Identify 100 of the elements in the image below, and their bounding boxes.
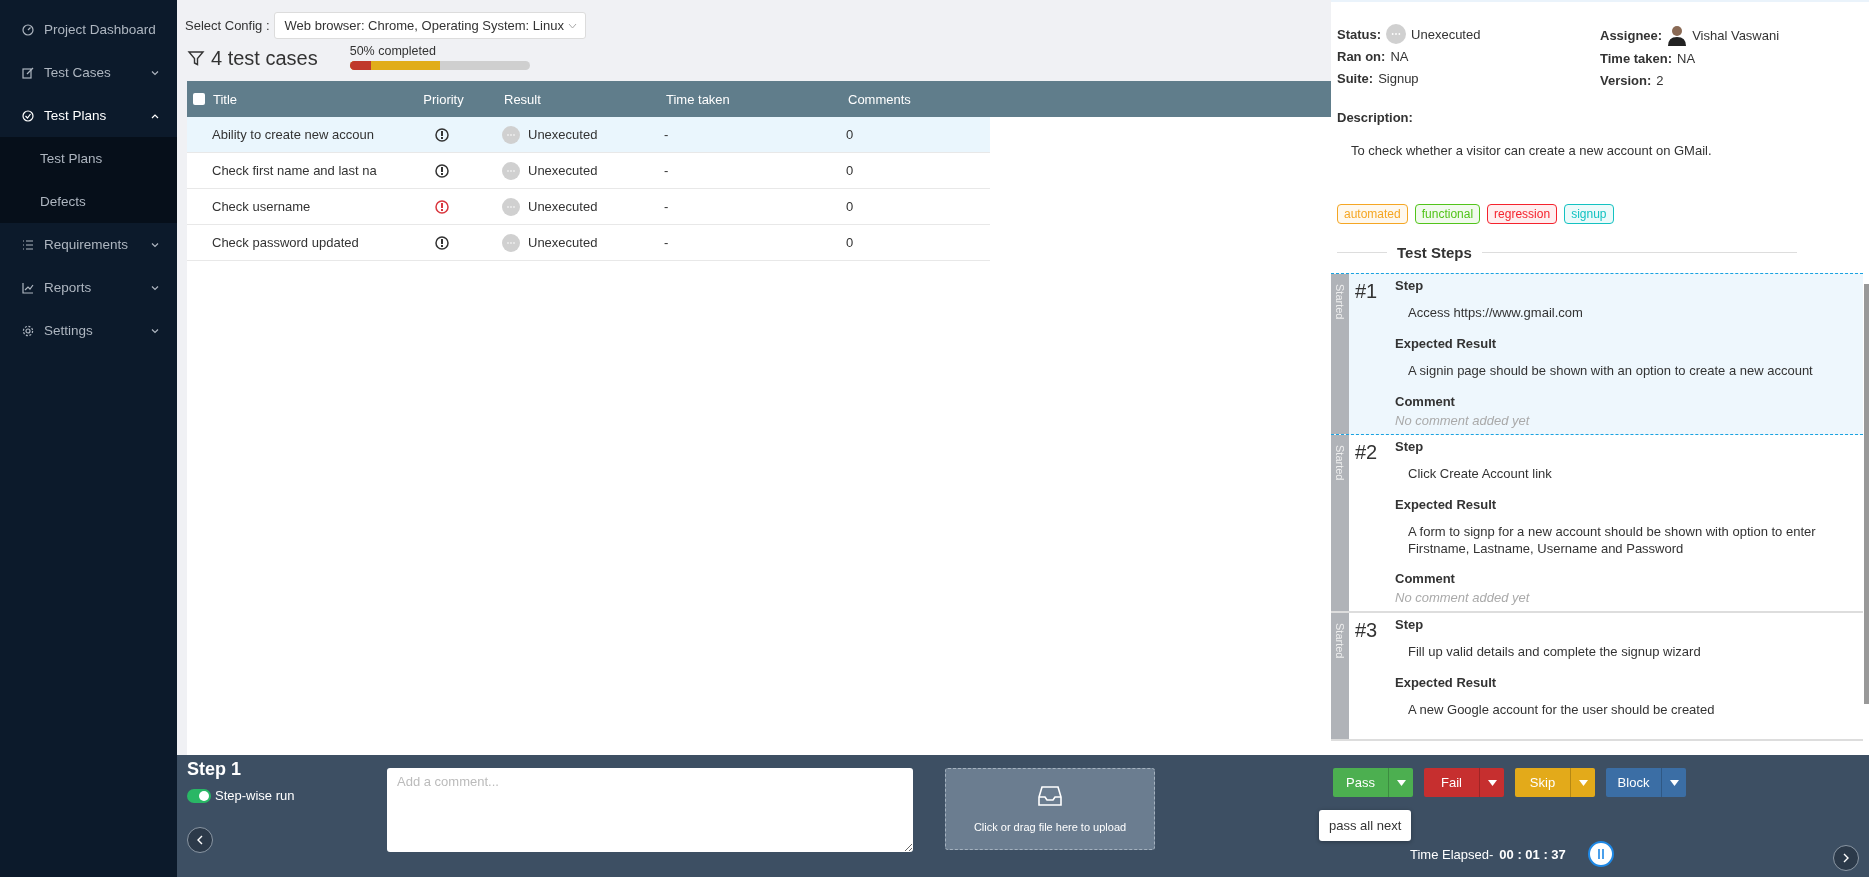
column-header[interactable]: Title	[213, 91, 238, 107]
result-text: Unexecuted	[528, 163, 598, 178]
gear-icon	[22, 324, 34, 337]
result-text: Unexecuted	[528, 199, 598, 214]
step-number: #2	[1354, 439, 1379, 465]
field-label: Version:	[1600, 72, 1652, 88]
test-title: Check username	[212, 199, 311, 214]
column-header[interactable]: Priority	[423, 91, 464, 107]
tag: automated	[1337, 204, 1408, 224]
table-cell: -	[664, 163, 669, 178]
upload-hint: Click or drag file here to upload	[973, 821, 1127, 833]
field-label: Time taken:	[1600, 50, 1672, 66]
step-field-label: Expected Result	[1395, 335, 1498, 351]
sidebar-subitem[interactable]: Test Plans	[0, 137, 177, 180]
result-button[interactable]: Block	[1606, 768, 1661, 797]
tag: signup	[1564, 204, 1614, 224]
dropdown-button[interactable]	[1661, 768, 1686, 797]
time-elapsed: 00 : 01 : 37	[1499, 846, 1566, 862]
step-state: Started	[1334, 444, 1346, 483]
table-cell: -	[664, 127, 669, 142]
column-header[interactable]: Time taken	[666, 91, 730, 107]
dropdown-button[interactable]	[1388, 768, 1413, 797]
pause-icon	[1595, 848, 1606, 860]
step-state: Started	[1334, 284, 1346, 322]
sidebar-item[interactable]: Requirements	[0, 223, 177, 266]
step-field-text: No comment added yet	[1395, 412, 1531, 428]
field-value: Unexecuted	[1411, 26, 1481, 42]
gauge-icon	[22, 23, 34, 36]
test-title: Ability to create new accoun	[212, 127, 374, 142]
step-field-label: Comment	[1395, 571, 1456, 587]
field-value: 2	[1656, 72, 1664, 88]
field-label: Ran on:	[1337, 48, 1386, 64]
inbox-icon	[1038, 785, 1062, 807]
table-cell: 0	[846, 235, 854, 250]
table-cell: 0	[846, 163, 854, 178]
step-field-label: Step	[1395, 278, 1425, 293]
description-label: Description:	[1336, 109, 1414, 125]
config-dropdown[interactable]: Web browser: Chrome, Operating System: Linux	[273, 12, 586, 39]
check-circle-icon	[22, 109, 34, 122]
pause-button[interactable]	[1587, 841, 1614, 867]
result-button[interactable]: Fail	[1424, 768, 1479, 797]
step-number: #1	[1354, 279, 1379, 304]
tag: regression	[1487, 204, 1558, 224]
step-field-label: Expected Result	[1395, 496, 1498, 512]
dropdown-button[interactable]	[1570, 768, 1595, 797]
sidebar-item[interactable]: Settings	[0, 309, 177, 352]
step-field-label: Comment	[1395, 393, 1456, 409]
comment-field[interactable]: Add a comment...	[387, 768, 913, 852]
table-cell: -	[664, 199, 669, 214]
result-text: Unexecuted	[528, 235, 598, 250]
step-field-label: Step	[1395, 438, 1425, 454]
chart-icon	[22, 281, 34, 294]
sidebar-item[interactable]: Test Plans	[0, 94, 177, 137]
step-field-text: No comment added yet	[1395, 590, 1531, 606]
progress-label: 50% completed	[349, 44, 437, 58]
toggle-switch[interactable]	[187, 788, 211, 803]
sidebar-item[interactable]: Reports	[0, 266, 177, 309]
edit-icon	[22, 66, 34, 79]
list-icon	[22, 238, 34, 251]
table-cell: 0	[846, 199, 854, 214]
next-button[interactable]	[1833, 845, 1859, 871]
toggle-label: Step-wise run	[215, 788, 295, 803]
step-field-text: Fill up valid details and complete the signup wizard	[1407, 644, 1702, 662]
step-card[interactable]: Started #3 Step Fill up valid details and complete the signup wizard Expected Result A new Google account for the user should be created	[1331, 613, 1863, 742]
test-title: Check first name and last na	[212, 163, 377, 178]
field-label: Assignee:	[1600, 27, 1663, 43]
step-field-label: Expected Result	[1395, 675, 1498, 691]
field-value: Vishal Vaswani	[1692, 27, 1780, 43]
dropdown-button[interactable]	[1479, 768, 1504, 797]
table-row[interactable]: Ability to create new accoun Unexecuted - 0	[187, 117, 990, 153]
sidebar-item[interactable]: Test Cases	[0, 51, 177, 94]
upload-area[interactable]: Click or drag file here to upload	[945, 768, 1155, 850]
step-card[interactable]: Started #2 Step Click Create Account link Expected Result A form to signp for a new account should be shown with option to enter Firstname, Lastname, Username and Password Comment No comment added yet	[1331, 434, 1863, 614]
table-cell: -	[664, 235, 669, 250]
chevron-icon	[567, 22, 577, 29]
step-card[interactable]: Started #1 Step Access https://www.gmail.com Expected Result A signin page should be shown with an option to create a new account Comment No comment added yet	[1331, 273, 1863, 435]
column-header[interactable]: Result	[504, 91, 541, 107]
step-field-text: Access https://www.gmail.com	[1407, 305, 1584, 322]
previous-button[interactable]	[187, 827, 213, 853]
test-title: Check password updated	[212, 235, 359, 250]
select-all-checkbox[interactable]	[193, 93, 205, 105]
time-elapsed-label: Time Elapsed-	[1410, 846, 1494, 862]
avatar	[1667, 24, 1688, 46]
step-field-text: A new Google account for the user should be created	[1407, 702, 1716, 720]
field-label: Suite:	[1337, 70, 1374, 86]
status-icon	[1386, 24, 1407, 44]
filter-icon[interactable]	[187, 49, 205, 67]
result-text: Unexecuted	[528, 127, 598, 142]
sidebar-item[interactable]: Project Dashboard	[0, 8, 177, 51]
field-value: Signup	[1378, 70, 1419, 86]
chevron-right-icon	[1842, 853, 1850, 863]
step-field-text: A signin page should be shown with an option to create a new account	[1407, 362, 1814, 380]
test-case-count: 4 test cases	[211, 46, 318, 70]
section-title: Test Steps	[1397, 244, 1472, 261]
step-field-text: Click Create Account link	[1407, 465, 1553, 483]
step-field-text: A form to signp for a new account should be shown with option to enter Firstname, Lastname, Username and Password	[1407, 523, 1817, 558]
step-state: Started	[1334, 623, 1346, 661]
sidebar-subitem[interactable]: Defects	[0, 180, 177, 223]
column-header[interactable]: Comments	[848, 91, 911, 107]
chevron-left-icon	[196, 835, 204, 845]
